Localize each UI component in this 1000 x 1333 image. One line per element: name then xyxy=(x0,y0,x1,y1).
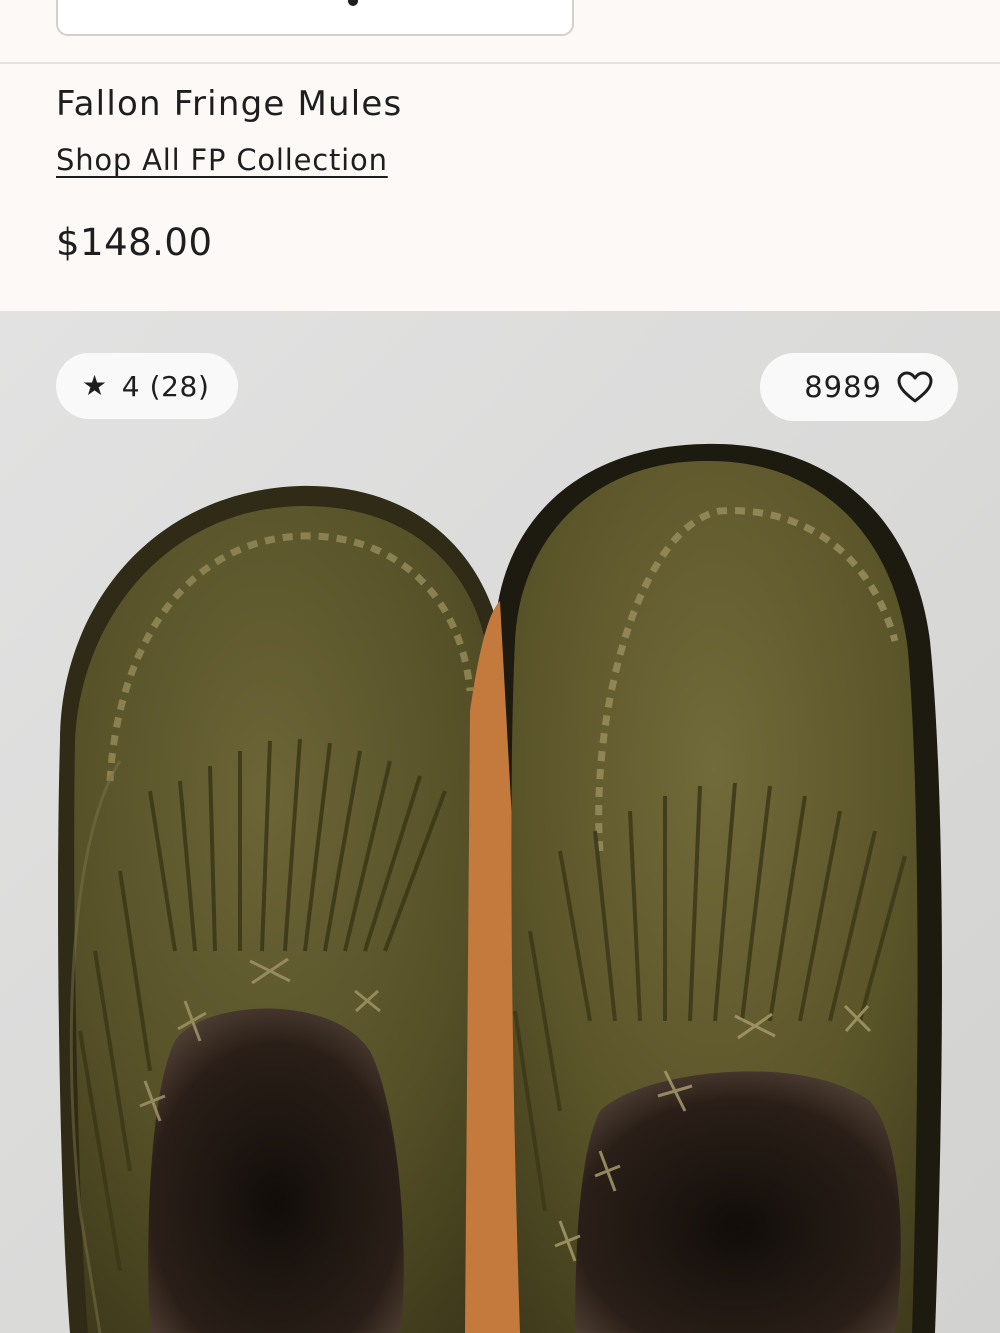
size-select-button[interactable] xyxy=(56,0,574,36)
section-divider xyxy=(0,62,1000,64)
rating-text: 4 (28) xyxy=(121,369,210,403)
product-photo xyxy=(0,311,1000,1333)
favorite-button[interactable]: 8989 xyxy=(760,353,958,421)
star-icon: ★ xyxy=(82,369,108,402)
shop-collection-link[interactable]: Shop All FP Collection xyxy=(56,140,388,180)
product-title: Fallon Fringe Mules xyxy=(56,84,403,124)
heart-outline-icon xyxy=(896,370,934,404)
product-image[interactable]: ★ 4 (28) 8989 xyxy=(0,311,1000,1333)
rating-badge[interactable]: ★ 4 (28) xyxy=(56,353,238,419)
product-price: $148.00 xyxy=(56,221,213,264)
product-page: Fallon Fringe Mules Shop All FP Collecti… xyxy=(0,0,1000,1333)
button-label-fragment xyxy=(348,0,358,6)
favorite-count: 8989 xyxy=(804,370,882,404)
